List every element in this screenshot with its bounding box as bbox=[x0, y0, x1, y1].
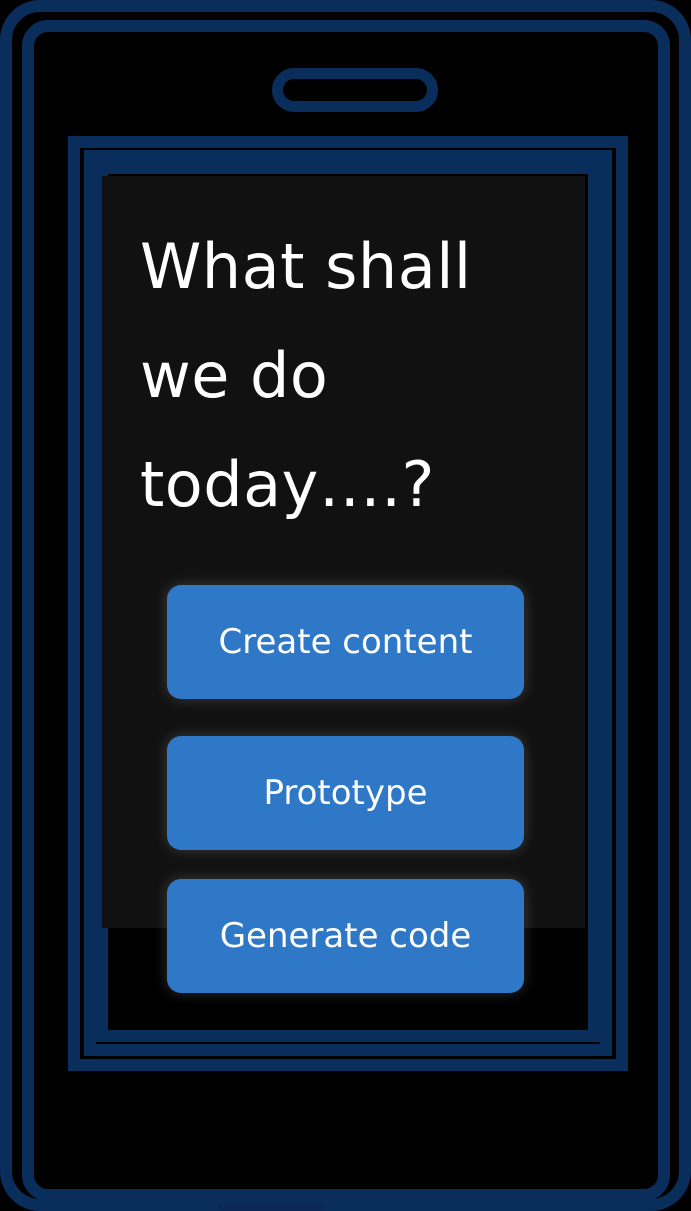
headline-line-3: today….? bbox=[140, 448, 435, 521]
create-content-button[interactable]: Create content bbox=[167, 585, 524, 699]
prototype-button[interactable]: Prototype bbox=[167, 736, 524, 850]
headline-line-1: What shall bbox=[140, 230, 472, 303]
generate-code-button[interactable]: Generate code bbox=[167, 879, 524, 993]
page-title: What shall we do today….? bbox=[140, 212, 560, 539]
headline-line-2: we do bbox=[140, 339, 329, 412]
home-indicator bbox=[218, 1203, 324, 1211]
speaker-slot-icon bbox=[272, 68, 438, 112]
